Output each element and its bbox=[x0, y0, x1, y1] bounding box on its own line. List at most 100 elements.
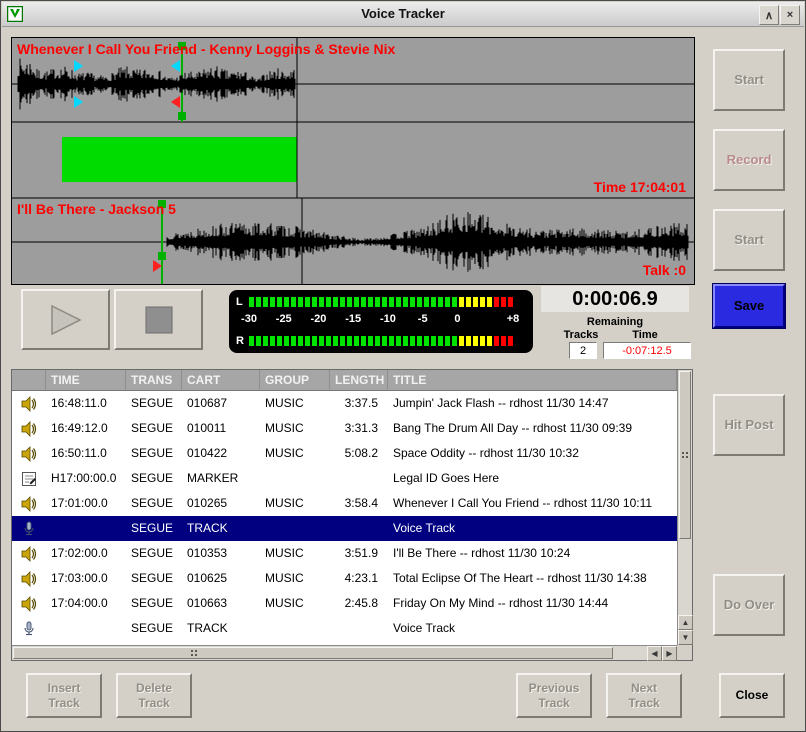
titlebar[interactable]: Voice Tracker ∧ × bbox=[2, 2, 804, 27]
table-row[interactable]: 17:04:00.0SEGUE010663MUSIC2:45.8Friday O… bbox=[12, 591, 677, 616]
vertical-scrollbar[interactable]: ▲ ▼ bbox=[677, 370, 692, 645]
start-track1-button[interactable]: Start bbox=[713, 49, 785, 111]
meter-segment bbox=[368, 336, 373, 346]
column-header-cart[interactable]: CART bbox=[182, 370, 260, 391]
meter-segment bbox=[347, 336, 352, 346]
cell-len: 3:37.5 bbox=[330, 391, 388, 416]
meter-segment bbox=[438, 297, 443, 307]
scroll-right-icon[interactable]: ▶ bbox=[662, 646, 677, 661]
close-button[interactable]: Close bbox=[719, 673, 785, 718]
cell-icon bbox=[12, 441, 46, 466]
microphone-icon bbox=[21, 621, 37, 637]
meter-segment bbox=[256, 297, 261, 307]
waveform-canvas bbox=[12, 38, 694, 284]
cell-cart: TRACK bbox=[182, 616, 260, 641]
meter-segment bbox=[410, 336, 415, 346]
table-row[interactable]: 16:48:11.0SEGUE010687MUSIC3:37.5Jumpin' … bbox=[12, 391, 677, 416]
next-track-button[interactable]: Next Track bbox=[606, 673, 682, 718]
waveform-path bbox=[18, 59, 295, 110]
scroll-left-icon[interactable]: ◀ bbox=[647, 646, 662, 661]
column-header-time[interactable]: TIME bbox=[46, 370, 126, 391]
record-button[interactable]: Record bbox=[713, 129, 785, 191]
cell-title: Legal ID Goes Here bbox=[388, 466, 677, 491]
cell-time: 17:01:00.0 bbox=[46, 491, 126, 516]
stop-button[interactable] bbox=[114, 289, 203, 350]
meter-segment bbox=[389, 336, 394, 346]
cell-len: 3:51.9 bbox=[330, 541, 388, 566]
meter-scale-label: -25 bbox=[276, 313, 292, 325]
remaining-time-value: -0:07:12.5 bbox=[603, 342, 691, 359]
table-row[interactable]: SEGUETRACK Voice Track bbox=[12, 616, 677, 641]
hit-post-button[interactable]: Hit Post bbox=[713, 394, 785, 456]
table-row[interactable]: 17:03:00.0SEGUE010625MUSIC4:23.1Total Ec… bbox=[12, 566, 677, 591]
do-over-button[interactable]: Do Over bbox=[713, 574, 785, 636]
remaining-tracks-value: 2 bbox=[569, 342, 597, 359]
waveform-display[interactable]: Whenever I Call You Friend - Kenny Loggi… bbox=[11, 37, 695, 285]
cell-cart: 010265 bbox=[182, 491, 260, 516]
insert-track-button[interactable]: Insert Track bbox=[26, 673, 102, 718]
meter-segment bbox=[305, 336, 310, 346]
meter-segment bbox=[326, 336, 331, 346]
meter-segment bbox=[424, 297, 429, 307]
meter-segment bbox=[263, 336, 268, 346]
column-header-trans[interactable]: TRANS bbox=[126, 370, 182, 391]
meter-scale: -30-25-20-15-10-50+8 bbox=[249, 311, 513, 329]
column-header-group[interactable]: GROUP bbox=[260, 370, 330, 391]
maximize-icon[interactable]: ∧ bbox=[759, 5, 779, 25]
speaker-icon bbox=[21, 546, 37, 562]
cell-cart: TRACK bbox=[182, 516, 260, 541]
log-table-header[interactable]: TIMETRANSCARTGROUPLENGTHTITLE bbox=[12, 370, 677, 391]
cell-title: Jumpin' Jack Flash -- rdhost 11/30 14:47 bbox=[388, 391, 677, 416]
cell-cart: 010625 bbox=[182, 566, 260, 591]
talk-time-label: Talk :0 bbox=[643, 262, 686, 278]
speaker-icon bbox=[21, 596, 37, 612]
remaining-label: Remaining bbox=[541, 316, 689, 328]
meter-segment bbox=[424, 336, 429, 346]
scroll-up-icon[interactable]: ▲ bbox=[678, 615, 693, 630]
table-row[interactable]: SEGUETRACKVoice Track bbox=[12, 516, 677, 541]
meter-scale-label: -15 bbox=[345, 313, 361, 325]
meter-scale-label: -5 bbox=[418, 313, 428, 325]
cell-time bbox=[46, 516, 126, 541]
column-header-icon[interactable] bbox=[12, 370, 46, 391]
table-row[interactable]: H17:00:00.0SEGUEMARKERLegal ID Goes Here bbox=[12, 466, 677, 491]
table-row[interactable]: 16:50:11.0SEGUE010422MUSIC5:08.2Space Od… bbox=[12, 441, 677, 466]
close-icon[interactable]: × bbox=[780, 5, 800, 25]
cell-title: Voice Track bbox=[388, 616, 677, 641]
cell-icon bbox=[12, 466, 46, 491]
horizontal-scrollbar-thumb[interactable] bbox=[13, 647, 613, 659]
start-track2-button[interactable]: Start bbox=[713, 209, 785, 271]
table-row[interactable]: 17:02:00.0SEGUE010353MUSIC3:51.9I'll Be … bbox=[12, 541, 677, 566]
cell-title: I'll Be There -- rdhost 11/30 10:24 bbox=[388, 541, 677, 566]
cell-len: 4:23.1 bbox=[330, 566, 388, 591]
speaker-icon bbox=[21, 421, 37, 437]
speaker-icon bbox=[21, 496, 37, 512]
cell-group bbox=[260, 616, 330, 641]
meter-segment bbox=[445, 336, 450, 346]
meter-segment bbox=[361, 336, 366, 346]
meter-segment bbox=[508, 297, 513, 307]
column-header-length[interactable]: LENGTH bbox=[330, 370, 388, 391]
meter-segment bbox=[501, 336, 506, 346]
cell-time: 17:04:00.0 bbox=[46, 591, 126, 616]
vertical-scrollbar-thumb[interactable] bbox=[679, 371, 691, 539]
meter-segment bbox=[312, 336, 317, 346]
meter-segment bbox=[340, 297, 345, 307]
meter-segment bbox=[494, 336, 499, 346]
table-row[interactable]: 16:49:12.0SEGUE010011MUSIC3:31.3Bang The… bbox=[12, 416, 677, 441]
cell-icon bbox=[12, 566, 46, 591]
cell-icon bbox=[12, 591, 46, 616]
table-row[interactable]: 17:01:00.0SEGUE010265MUSIC3:58.4Whenever… bbox=[12, 491, 677, 516]
previous-track-button[interactable]: Previous Track bbox=[516, 673, 592, 718]
column-header-title[interactable]: TITLE bbox=[388, 370, 677, 391]
meter-segment bbox=[333, 297, 338, 307]
play-button[interactable] bbox=[21, 289, 110, 350]
save-button[interactable]: Save bbox=[713, 284, 785, 328]
delete-track-button[interactable]: Delete Track bbox=[116, 673, 192, 718]
meter-segment bbox=[270, 297, 275, 307]
meter-segment bbox=[389, 297, 394, 307]
horizontal-scrollbar[interactable]: ◀ ▶ bbox=[12, 645, 677, 660]
scroll-down-icon[interactable]: ▼ bbox=[678, 630, 693, 645]
cell-trans: SEGUE bbox=[126, 616, 182, 641]
cell-title: Whenever I Call You Friend -- rdhost 11/… bbox=[388, 491, 677, 516]
